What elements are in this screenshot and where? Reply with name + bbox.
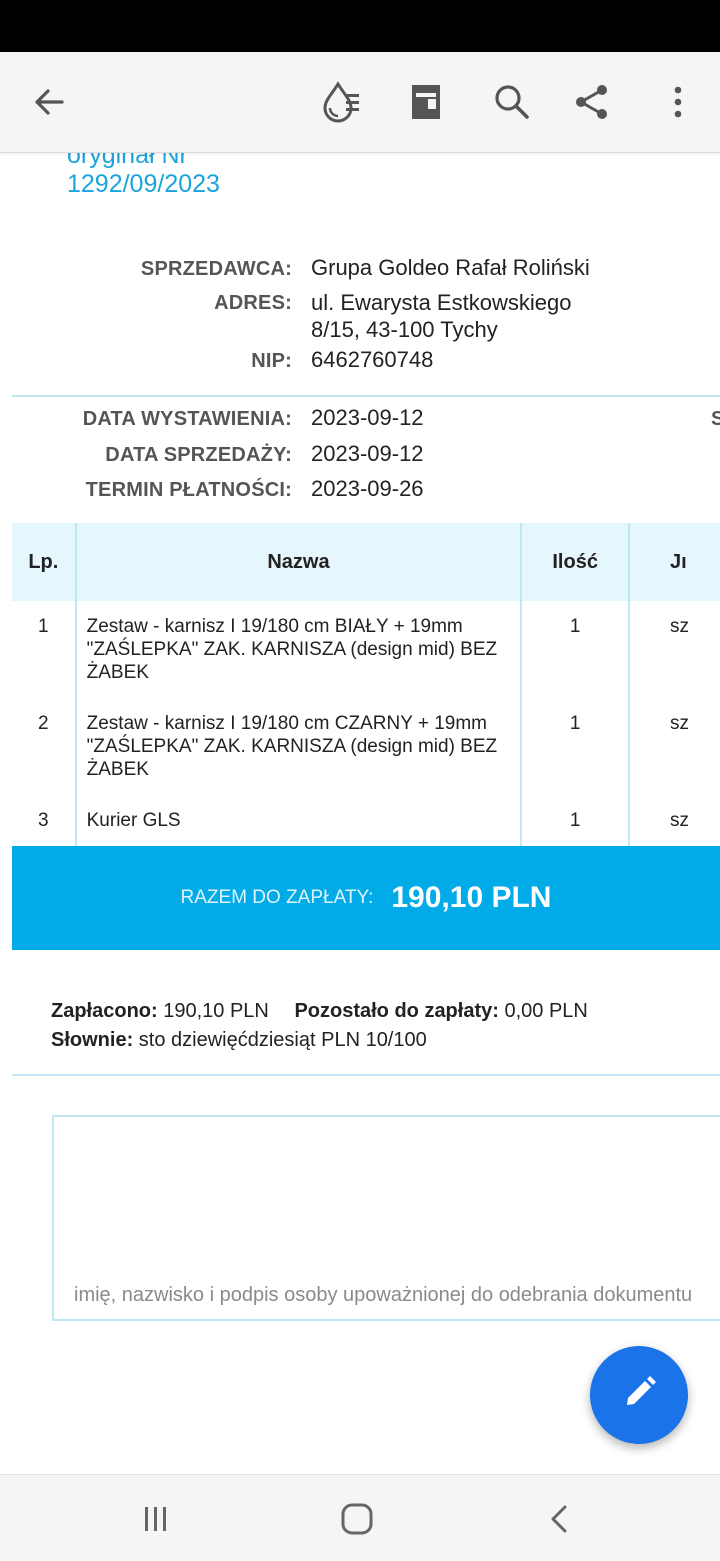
clipped-column-letter: S bbox=[711, 408, 720, 430]
status-bar bbox=[0, 0, 720, 52]
seller-name: Grupa Goldeo Rafał Roliński bbox=[311, 255, 590, 280]
invoice-document: oryginał Nr 1292/09/2023 SPRZEDAWCA: Gru… bbox=[0, 152, 720, 1474]
address-line-2: 8/15, 43-100 Tychy bbox=[311, 317, 498, 342]
nip-value: 6462760748 bbox=[311, 347, 434, 372]
header-name: Nazwa bbox=[74, 523, 522, 601]
signature-caption: imię, nazwisko i podpis osoby upoważnion… bbox=[74, 1284, 693, 1306]
document-number: 1292/09/2023 bbox=[67, 170, 220, 198]
header-unit: Jı bbox=[627, 523, 720, 601]
words-label: Słownie: bbox=[51, 1029, 134, 1051]
watermark-icon[interactable] bbox=[320, 80, 364, 124]
divider bbox=[12, 1074, 720, 1076]
document-original-label: oryginał Nr bbox=[67, 152, 188, 169]
sale-date-value: 2023-09-12 bbox=[311, 441, 424, 466]
table-row: 3 Kurier GLS 1 sz bbox=[12, 795, 720, 847]
recent-apps-icon[interactable] bbox=[134, 1497, 178, 1541]
due-date-label: TERMIN PŁATNOŚCI: bbox=[85, 479, 292, 501]
paid-value: 190,10 PLN bbox=[163, 1000, 269, 1022]
seller-label: SPRZEDAWCA: bbox=[140, 258, 292, 280]
row-quantity: 1 bbox=[520, 795, 629, 847]
divider bbox=[12, 395, 720, 397]
total-bar: RAZEM DO ZAPŁATY: 190,10 PLN bbox=[12, 846, 720, 950]
header-lp: Lp. bbox=[12, 523, 76, 601]
search-icon[interactable] bbox=[490, 80, 534, 124]
row-quantity: 1 bbox=[520, 698, 629, 795]
row-lp: 2 bbox=[38, 713, 49, 734]
issue-date-label: DATA WYSTAWIENIA: bbox=[82, 408, 292, 430]
edit-fab-button[interactable] bbox=[590, 1346, 688, 1444]
address-label: ADRES: bbox=[214, 292, 292, 314]
remaining-label: Pozostało do zapłaty: bbox=[294, 1000, 499, 1022]
due-date-value: 2023-09-26 bbox=[311, 476, 424, 501]
row-name: Zestaw - karnisz I 19/180 cm BIAŁY + 19m… bbox=[74, 601, 522, 698]
total-value: 190,10 PLN bbox=[391, 881, 552, 914]
layout-icon[interactable] bbox=[404, 80, 448, 124]
table-header-row: Lp. Nazwa Ilość Jı bbox=[12, 523, 720, 601]
sale-date-label: DATA SPRZEDAŻY: bbox=[105, 444, 292, 466]
row-unit: sz bbox=[627, 795, 720, 847]
share-icon[interactable] bbox=[570, 80, 614, 124]
home-icon[interactable] bbox=[335, 1497, 379, 1541]
table-row: 1 Zestaw - karnisz I 19/180 cm BIAŁY + 1… bbox=[12, 601, 720, 698]
row-lp: 3 bbox=[38, 810, 49, 831]
row-unit: sz bbox=[627, 601, 720, 698]
pencil-icon bbox=[619, 1373, 659, 1418]
nip-label: NIP: bbox=[251, 350, 292, 372]
back-icon[interactable] bbox=[538, 1497, 582, 1541]
amount-in-words: Słownie: sto dziewięćdziesiąt PLN 10/100 bbox=[51, 1029, 427, 1052]
header-quantity: Ilość bbox=[520, 523, 629, 601]
system-nav-bar bbox=[0, 1474, 720, 1561]
more-vert-icon[interactable] bbox=[656, 80, 700, 124]
remaining-value: 0,00 PLN bbox=[504, 1000, 588, 1022]
words-value: sto dziewięćdziesiąt PLN 10/100 bbox=[138, 1029, 427, 1051]
back-arrow-icon[interactable] bbox=[27, 80, 71, 124]
row-quantity: 1 bbox=[520, 601, 629, 698]
table-row: 2 Zestaw - karnisz I 19/180 cm CZARNY + … bbox=[12, 698, 720, 795]
row-name: Kurier GLS bbox=[74, 795, 522, 847]
total-label: RAZEM DO ZAPŁATY: bbox=[180, 887, 374, 908]
items-table: Lp. Nazwa Ilość Jı 1 Zestaw - karnisz I … bbox=[12, 523, 720, 847]
paid-label: Zapłacono: bbox=[51, 1000, 158, 1022]
address-line-1: ul. Ewarysta Estkowskiego bbox=[311, 290, 572, 315]
signature-box: imię, nazwisko i podpis osoby upoważnion… bbox=[52, 1115, 720, 1321]
top-toolbar bbox=[0, 52, 720, 153]
row-unit: sz bbox=[627, 698, 720, 795]
payment-summary: Zapłacono: 190,10 PLN Pozostało do zapła… bbox=[51, 1000, 588, 1023]
issue-date-value: 2023-09-12 bbox=[311, 405, 424, 430]
row-name: Zestaw - karnisz I 19/180 cm CZARNY + 19… bbox=[74, 698, 522, 795]
row-lp: 1 bbox=[38, 616, 49, 637]
